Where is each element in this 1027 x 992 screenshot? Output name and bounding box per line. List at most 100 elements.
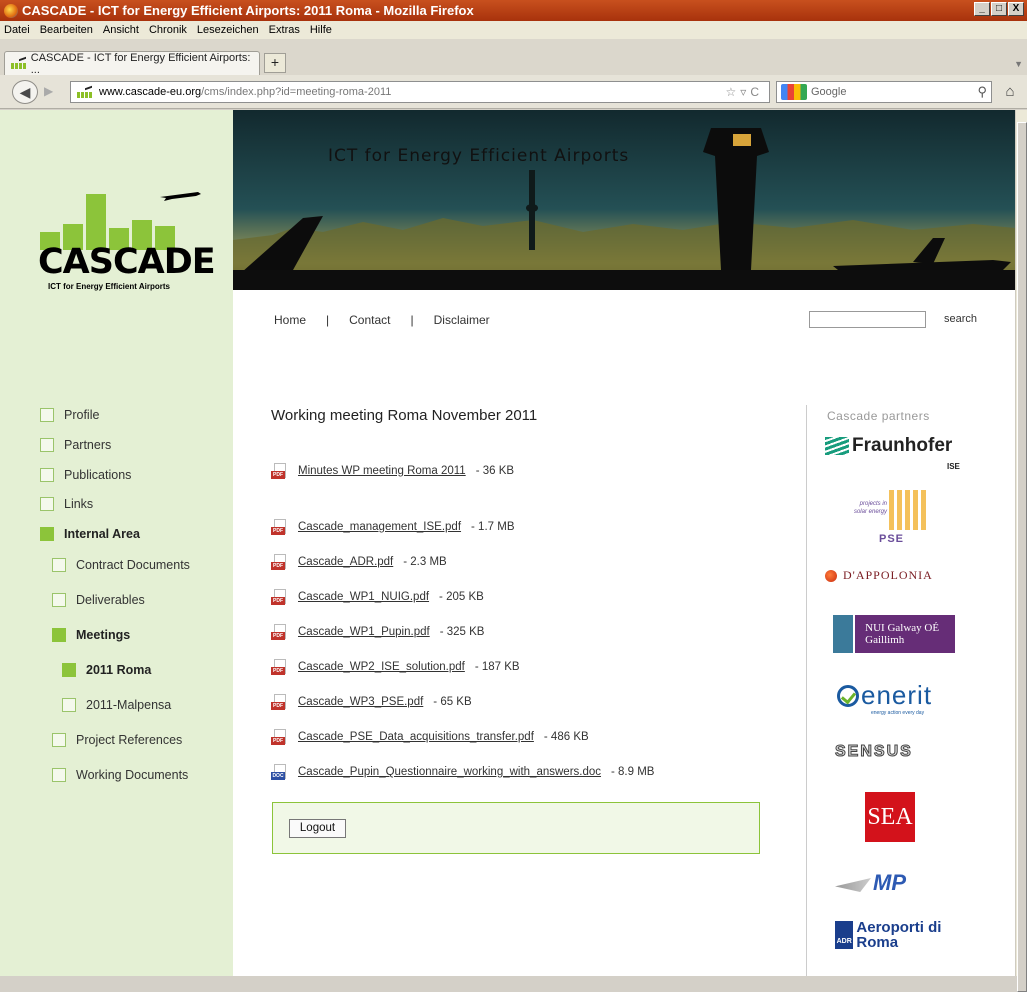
file-size: - 205 KB bbox=[439, 591, 484, 603]
fraunhofer-logo-icon bbox=[825, 437, 849, 455]
pdf-file-icon: PDF bbox=[271, 554, 288, 570]
close-button[interactable]: X bbox=[1008, 2, 1024, 16]
sidebar-item-label: 2011 Roma bbox=[86, 663, 152, 677]
file-list-item: PDF Cascade_management_ISE.pdf - 1.7 MB bbox=[271, 519, 515, 535]
partner-logo-sensus[interactable]: SENSUS bbox=[835, 743, 913, 761]
file-link[interactable]: Cascade_WP1_NUIG.pdf bbox=[298, 591, 429, 603]
logout-button[interactable]: Logout bbox=[289, 819, 346, 838]
sidebar-item-contract-documents[interactable]: Contract Documents bbox=[52, 558, 190, 572]
sidebar-item-deliverables[interactable]: Deliverables bbox=[52, 593, 145, 607]
tab-cascade[interactable]: CASCADE - ICT for Energy Efficient Airpo… bbox=[4, 51, 260, 76]
partner-logo-sea[interactable]: SEA bbox=[865, 792, 915, 842]
file-link[interactable]: Cascade_ADR.pdf bbox=[298, 556, 393, 568]
file-link[interactable]: Minutes WP meeting Roma 2011 bbox=[298, 465, 466, 477]
reload-icon[interactable]: C bbox=[750, 85, 763, 99]
sidebar-item-publications[interactable]: Publications bbox=[40, 468, 131, 482]
nui-crest-icon bbox=[833, 615, 856, 653]
google-engine-icon[interactable] bbox=[781, 84, 807, 100]
file-list-item: DOC Cascade_Pupin_Questionnaire_working_w… bbox=[271, 764, 654, 780]
pdf-file-icon: PDF bbox=[271, 589, 288, 605]
file-list-item: PDF Cascade_WP3_PSE.pdf - 65 KB bbox=[271, 694, 472, 710]
home-icon[interactable]: ⌂ bbox=[998, 81, 1022, 103]
partner-logo-enerit[interactable]: enerit bbox=[837, 680, 932, 711]
sidebar-item-label: Publications bbox=[64, 468, 132, 482]
back-button[interactable]: ◀ bbox=[12, 80, 38, 104]
nav-bullet-icon bbox=[40, 438, 54, 452]
pdf-file-icon: PDF bbox=[271, 694, 288, 710]
partner-logo-nui-galway[interactable]: NUI Galway OÉ Gaillimh bbox=[833, 615, 955, 653]
amp-plane-icon bbox=[835, 878, 871, 892]
site-search-input[interactable] bbox=[809, 311, 926, 328]
file-link[interactable]: Cascade_management_ISE.pdf bbox=[298, 521, 461, 533]
menu-lesezeichen[interactable]: Lesezeichen bbox=[197, 24, 259, 36]
new-tab-button[interactable]: + bbox=[264, 53, 286, 73]
tab-list-arrow-icon[interactable]: ▼ bbox=[1014, 59, 1023, 69]
logout-panel: Logout bbox=[272, 802, 760, 854]
partner-logo-amp[interactable]: MP bbox=[835, 870, 906, 896]
nav-bullet-icon bbox=[40, 468, 54, 482]
firefox-icon bbox=[4, 3, 18, 18]
menu-bearbeiten[interactable]: Bearbeiten bbox=[40, 24, 93, 36]
window-titlebar: CASCADE - ICT for Energy Efficient Airpo… bbox=[0, 0, 1027, 21]
top-navigation: Home | Contact | Disclaimer bbox=[274, 313, 490, 327]
nav-link-disclaimer[interactable]: Disclaimer bbox=[434, 313, 490, 327]
sidebar-item-working-documents[interactable]: Working Documents bbox=[52, 768, 188, 782]
menu-ansicht[interactable]: Ansicht bbox=[103, 24, 139, 36]
sidebar-item-label: Links bbox=[64, 497, 94, 511]
sidebar-item-2011-malpensa[interactable]: 2011-Malpensa bbox=[62, 698, 171, 712]
url-bar-icons: ☆▿C bbox=[726, 85, 763, 99]
sidebar-item-partners[interactable]: Partners bbox=[40, 438, 111, 452]
vertical-scrollbar[interactable] bbox=[1015, 110, 1027, 992]
sidebar-item-meetings[interactable]: Meetings bbox=[52, 628, 130, 642]
enerit-check-icon bbox=[837, 684, 859, 707]
sidebar-item-label: Contract Documents bbox=[76, 558, 190, 572]
window-controls: _ □ X bbox=[974, 2, 1024, 16]
file-size: - 1.7 MB bbox=[471, 521, 515, 533]
partner-logo-adr[interactable]: ADR Aeroporti di Roma bbox=[835, 920, 966, 950]
scrollbar-thumb[interactable] bbox=[1017, 122, 1027, 992]
browser-search-box[interactable]: Google ⚲ bbox=[776, 81, 992, 103]
forward-button[interactable]: ▶ bbox=[44, 84, 53, 98]
sidebar-item-project-references[interactable]: Project References bbox=[52, 733, 182, 747]
menu-hilfe[interactable]: Hilfe bbox=[310, 24, 332, 36]
nav-link-home[interactable]: Home bbox=[274, 313, 306, 327]
cascade-favicon-icon bbox=[11, 58, 27, 69]
sidebar-item-2011-roma[interactable]: 2011 Roma bbox=[62, 663, 151, 677]
nav-bullet-icon bbox=[40, 497, 54, 511]
bookmark-star-icon[interactable]: ☆ bbox=[726, 85, 741, 99]
maximize-button[interactable]: □ bbox=[991, 2, 1007, 16]
nav-link-contact[interactable]: Contact bbox=[349, 313, 390, 327]
file-size: - 8.9 MB bbox=[611, 766, 655, 778]
file-link[interactable]: Cascade_WP2_ISE_solution.pdf bbox=[298, 661, 465, 673]
url-host: www.cascade-eu.org bbox=[99, 86, 202, 98]
file-list-item: PDF Minutes WP meeting Roma 2011 - 36 KB bbox=[271, 463, 514, 479]
left-sidebar: CASCADE ICT for Energy Efficient Airport… bbox=[0, 110, 233, 976]
partner-logo-fraunhofer[interactable]: Fraunhofer bbox=[825, 435, 952, 457]
file-link[interactable]: Cascade_Pupin_Questionnaire_working_with… bbox=[298, 766, 601, 778]
sidebar-item-links[interactable]: Links bbox=[40, 497, 93, 511]
menu-chronik[interactable]: Chronik bbox=[149, 24, 187, 36]
pdf-file-icon: PDF bbox=[271, 659, 288, 675]
partner-logo-pse[interactable]: projects in solar energy PSE bbox=[845, 490, 935, 545]
site-search-button[interactable]: search bbox=[944, 313, 977, 325]
menu-datei[interactable]: Datei bbox=[4, 24, 30, 36]
sidebar-item-internal-area[interactable]: Internal Area bbox=[40, 527, 140, 541]
banner-title: ICT for Energy Efficient Airports bbox=[328, 146, 630, 166]
menu-bar: Datei Bearbeiten Ansicht Chronik Lesezei… bbox=[0, 21, 1027, 39]
history-dropdown-icon[interactable]: ▿ bbox=[740, 85, 750, 99]
nav-bullet-icon bbox=[40, 408, 54, 422]
sidebar-item-label: Working Documents bbox=[76, 768, 189, 782]
sidebar-item-profile[interactable]: Profile bbox=[40, 408, 99, 422]
file-link[interactable]: Cascade_PSE_Data_acquisitions_transfer.p… bbox=[298, 731, 534, 743]
search-magnifier-icon[interactable]: ⚲ bbox=[977, 84, 987, 100]
url-bar[interactable]: www.cascade-eu.org/cms/index.php?id=meet… bbox=[70, 81, 770, 103]
menu-extras[interactable]: Extras bbox=[269, 24, 300, 36]
sidebar-item-label: 2011-Malpensa bbox=[86, 698, 172, 712]
file-size: - 36 KB bbox=[475, 465, 515, 477]
partner-logo-dappolonia[interactable]: D'APPOLONIA bbox=[825, 568, 933, 583]
sidebar-item-label: Meetings bbox=[76, 628, 131, 642]
file-link[interactable]: Cascade_WP1_Pupin.pdf bbox=[298, 626, 430, 638]
cascade-logo[interactable]: CASCADE ICT for Energy Efficient Airport… bbox=[0, 110, 233, 400]
minimize-button[interactable]: _ bbox=[974, 2, 990, 16]
file-link[interactable]: Cascade_WP3_PSE.pdf bbox=[298, 696, 423, 708]
